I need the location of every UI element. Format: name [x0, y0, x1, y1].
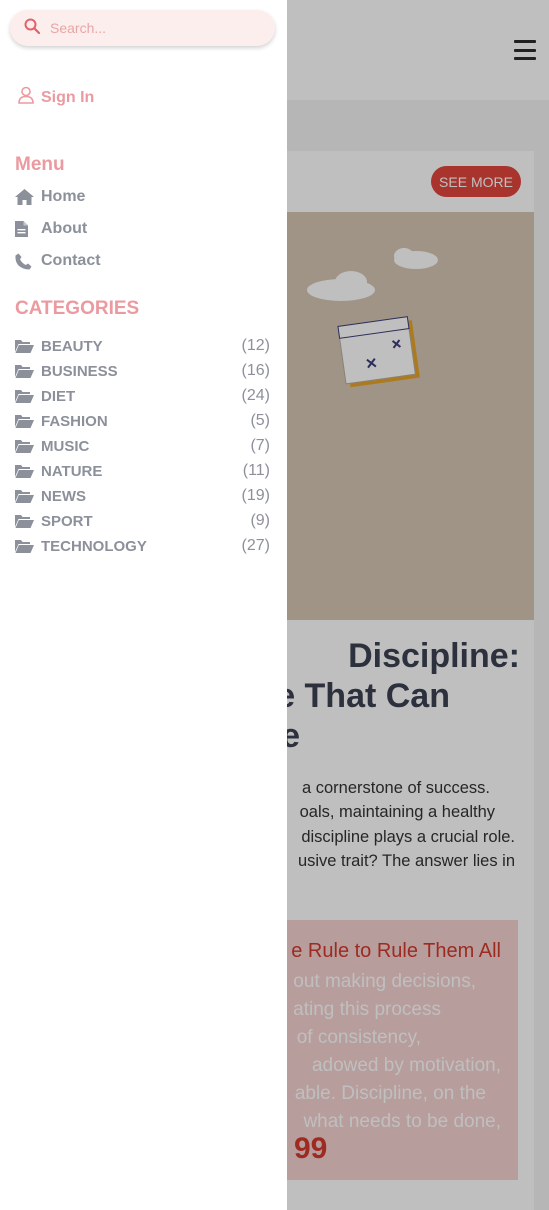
category-name: SPORT [41, 512, 93, 530]
category-count: (7) [250, 437, 270, 454]
folder-open-icon [15, 464, 35, 478]
menu-item-label: About [41, 220, 88, 237]
home-icon [15, 188, 35, 206]
menu-item-label: Contact [41, 252, 101, 269]
folder-open-icon [15, 339, 35, 353]
category-item-news[interactable]: NEWS (19) [15, 486, 270, 506]
folder-open-icon [15, 364, 35, 378]
category-count: (12) [241, 337, 270, 354]
category-name: BEAUTY [41, 337, 103, 355]
category-item-nature[interactable]: NATURE (11) [15, 461, 270, 481]
category-count: (24) [241, 387, 270, 404]
menu-title: Menu [15, 154, 65, 175]
folder-open-icon [15, 489, 35, 503]
menu-item-home[interactable]: Home [15, 188, 85, 206]
category-name: DIET [41, 387, 76, 405]
search-bar[interactable] [10, 10, 275, 46]
category-item-music[interactable]: MUSIC (7) [15, 436, 270, 456]
category-count: (16) [241, 362, 270, 379]
category-item-diet[interactable]: DIET (24) [15, 386, 270, 406]
menu-item-contact[interactable]: Contact [15, 252, 101, 270]
sign-in-link[interactable]: Sign In [17, 86, 94, 109]
document-icon [15, 220, 35, 238]
folder-open-icon [15, 439, 35, 453]
category-name: BUSINESS [41, 362, 118, 380]
phone-icon [15, 252, 35, 270]
menu-item-about[interactable]: About [15, 220, 87, 238]
category-name: MUSIC [41, 437, 90, 455]
category-name: NATURE [41, 462, 103, 480]
sign-in-label: Sign In [41, 88, 95, 106]
category-count: (27) [241, 537, 270, 554]
category-item-fashion[interactable]: FASHION (5) [15, 411, 270, 431]
category-name: NEWS [41, 487, 86, 505]
category-name: TECHNOLOGY [41, 537, 147, 555]
categories-title: CATEGORIES [15, 298, 140, 319]
menu-item-label: Home [41, 188, 86, 205]
search-icon [24, 18, 41, 39]
folder-open-icon [15, 539, 35, 553]
category-count: (9) [250, 512, 270, 529]
category-item-business[interactable]: BUSINESS (16) [15, 361, 270, 381]
folder-open-icon [15, 389, 35, 403]
category-item-sport[interactable]: SPORT (9) [15, 511, 270, 531]
search-input[interactable] [50, 20, 250, 36]
category-name: FASHION [41, 412, 108, 430]
category-count: (5) [250, 412, 270, 429]
folder-open-icon [15, 414, 35, 428]
category-count: (11) [242, 462, 270, 479]
category-item-technology[interactable]: TECHNOLOGY (27) [15, 536, 270, 556]
folder-open-icon [15, 514, 35, 528]
category-count: (19) [241, 487, 270, 504]
user-icon [17, 86, 41, 109]
drawer-backdrop[interactable] [287, 0, 549, 1210]
category-item-beauty[interactable]: BEAUTY (12) [15, 336, 270, 356]
side-drawer: Sign In Menu Home About Contact CATEGORI… [0, 0, 287, 1210]
